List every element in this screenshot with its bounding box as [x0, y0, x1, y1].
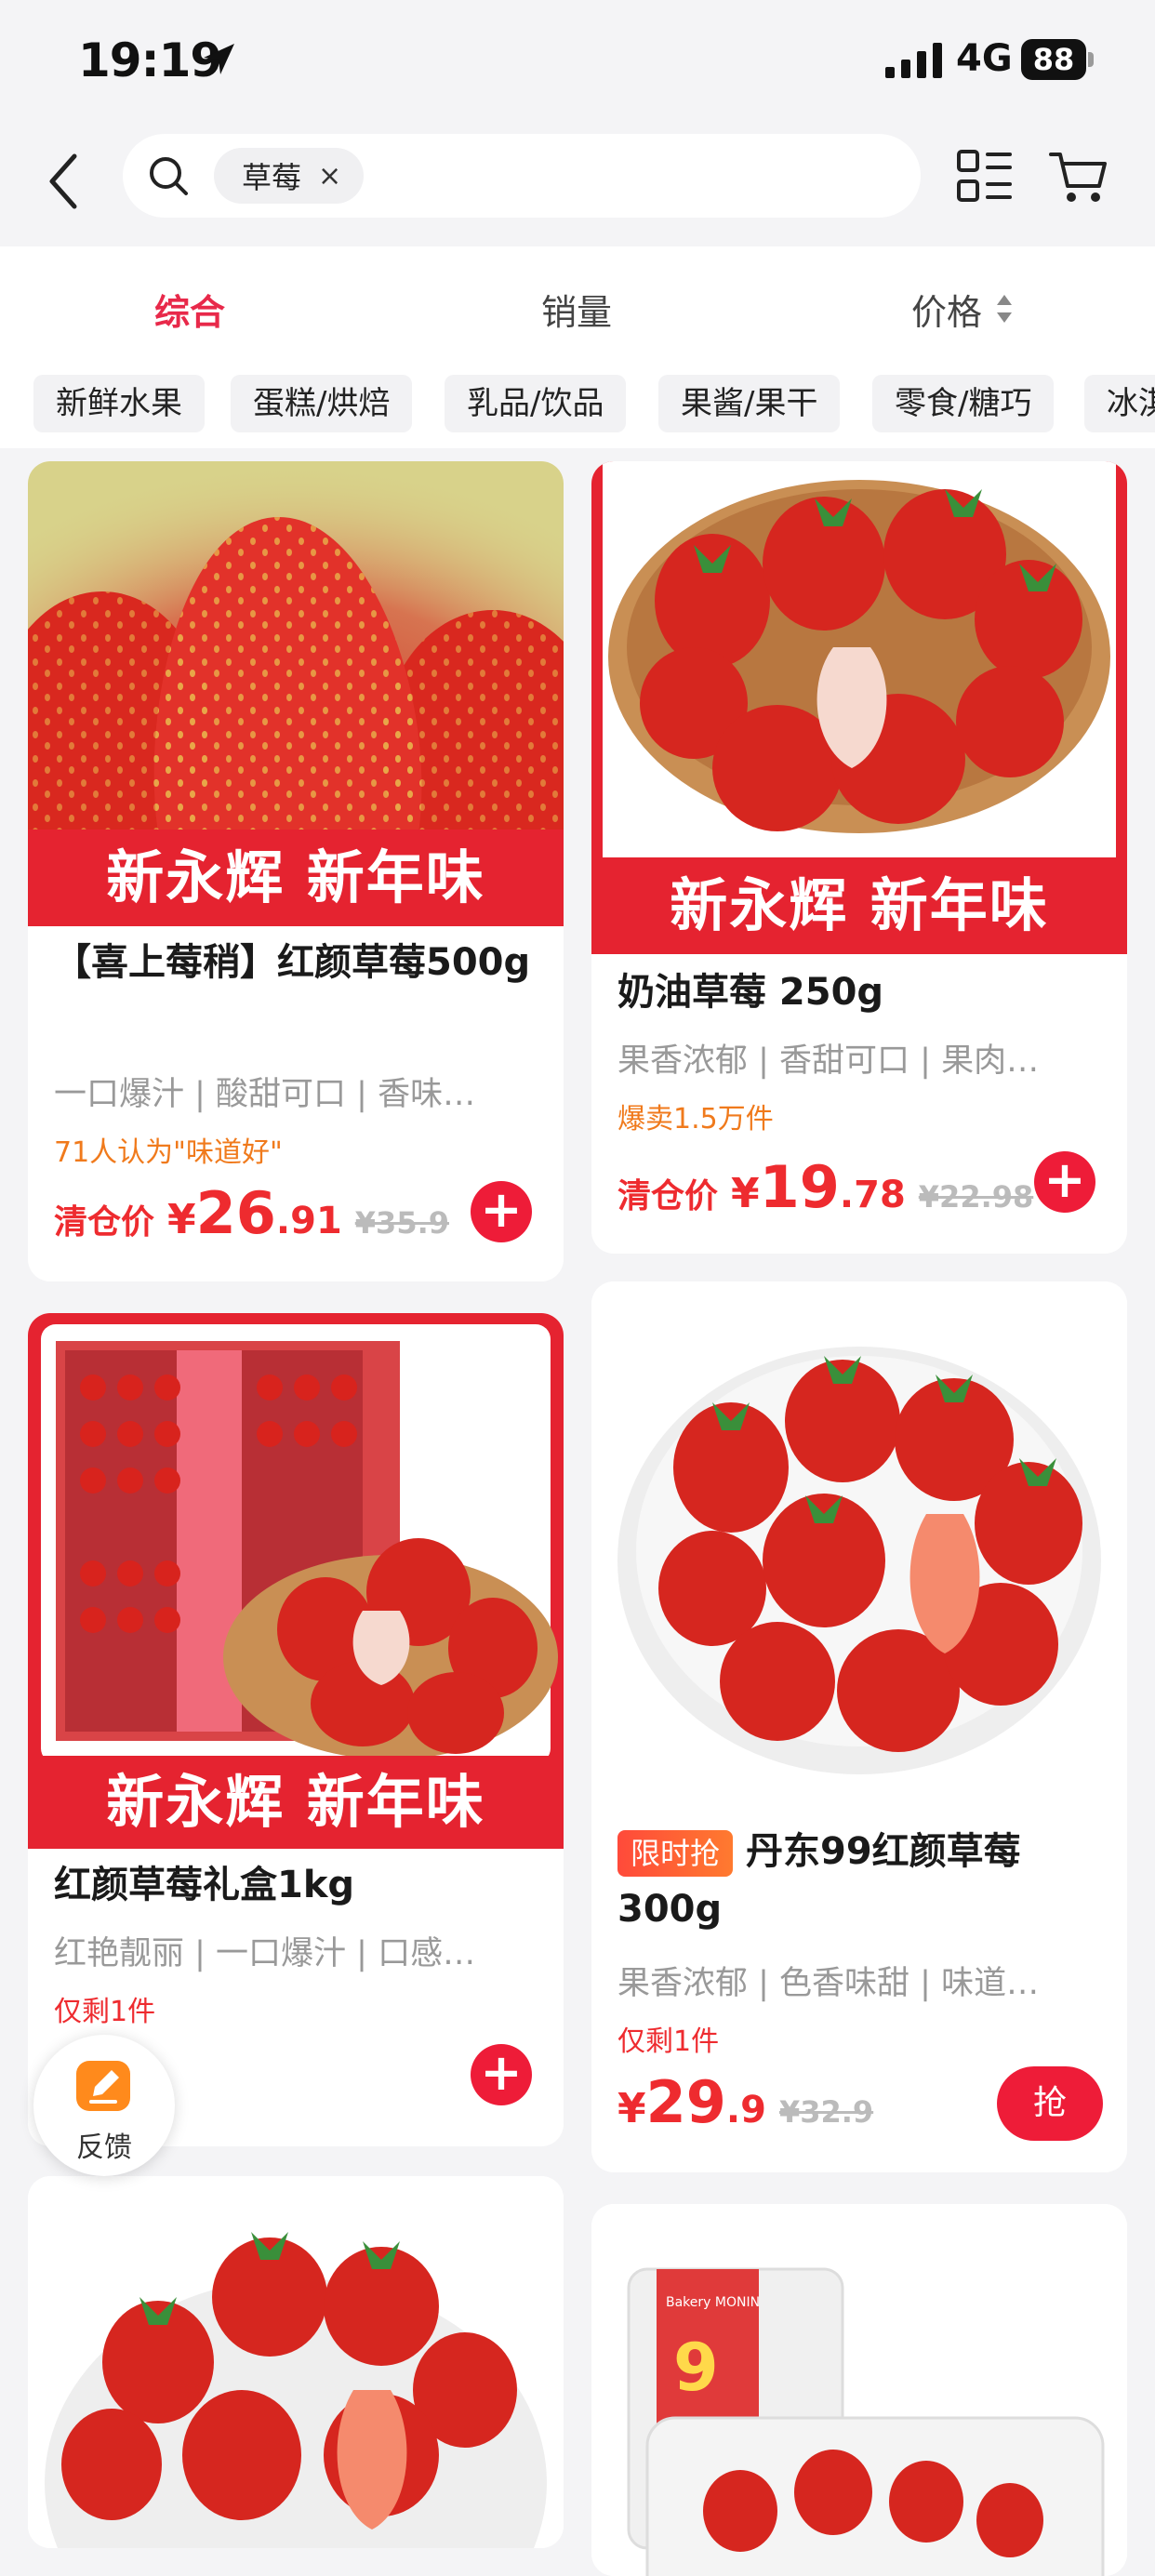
battery-level: 88 — [1021, 39, 1086, 80]
category-chip[interactable]: 果酱/果干 — [658, 375, 841, 432]
original-price: ¥22.98 — [918, 1179, 1034, 1215]
product-description: 红艳靓丽 | 一口爆汁 | 口感… — [54, 1935, 476, 1972]
currency-symbol: ¥ — [731, 1170, 760, 1217]
price-row: 清仓价 ¥ 19 .78 ¥22.98 — [617, 1153, 1033, 1221]
stock-remaining: 仅剩1件 — [617, 2025, 720, 2058]
product-description: 一口爆汁 | 酸甜可口 | 香味… — [54, 1076, 476, 1113]
promo-banner: 新永辉 新年味 — [591, 857, 1127, 954]
tab-sales[interactable]: 销量 — [541, 284, 612, 335]
feedback-label: 反馈 — [76, 2131, 132, 2164]
product-card[interactable]: Bakery MONIN 9 — [591, 2204, 1127, 2576]
tab-comprehensive[interactable]: 综合 — [154, 284, 225, 335]
product-review-hint: 71人认为"味道好" — [54, 1136, 283, 1169]
promo-banner: 新永辉 新年味 — [28, 1756, 564, 1849]
product-title: 限时抢 丹东99红颜草莓300g — [617, 1823, 1105, 1938]
search-input[interactable]: 草莓 × — [123, 134, 921, 218]
cup-brand-text: Bakery MONIN — [666, 2295, 760, 2310]
product-image — [591, 1281, 1127, 1802]
search-keyword-chip[interactable]: 草莓 × — [214, 148, 365, 204]
product-description: 果香浓郁 | 香甜可口 | 果肉… — [617, 1042, 1040, 1080]
product-image: STRAWBERRY — [28, 1313, 564, 1763]
product-image: Bakery MONIN 9 — [591, 2204, 1127, 2576]
cart-icon[interactable] — [1049, 149, 1109, 205]
sales-count: 爆卖1.5万件 — [617, 1103, 774, 1135]
layout-toggle-icon[interactable] — [956, 149, 1014, 205]
add-to-cart-button[interactable]: + — [471, 1181, 532, 1242]
product-image — [591, 461, 1127, 861]
status-bar: 19:19 4G 88 — [0, 0, 1155, 121]
flash-sale-tag: 限时抢 — [617, 1830, 734, 1877]
battery-icon: 88 — [1021, 39, 1095, 80]
sort-arrows-icon — [997, 295, 1012, 323]
price-decimal: .78 — [839, 1174, 906, 1216]
price-integer: 19 — [759, 1153, 840, 1221]
search-icon — [150, 157, 188, 195]
currency-symbol: ¥ — [167, 1196, 196, 1243]
product-description: 果香浓郁 | 色香味甜 | 味道… — [617, 1965, 1040, 2002]
product-title: 【喜上莓稍】红颜草莓500g — [54, 941, 531, 984]
price-integer: 26 — [195, 1179, 276, 1247]
back-icon[interactable] — [43, 149, 84, 214]
stock-remaining: 仅剩1件 — [54, 1996, 156, 2028]
tab-price[interactable]: 价格 — [911, 284, 982, 335]
network-type: 4G — [956, 37, 1013, 80]
clear-keyword-button[interactable]: × — [318, 160, 341, 193]
original-price: ¥35.9 — [354, 1205, 449, 1241]
price-label: 清仓价 — [54, 1203, 155, 1242]
product-card[interactable]: 新永辉 新年味 【喜上莓稍】红颜草莓500g 一口爆汁 | 酸甜可口 | 香味…… — [28, 461, 564, 1281]
product-card[interactable]: 新永辉 新年味 奶油草莓 250g 果香浓郁 | 香甜可口 | 果肉… 爆卖1.… — [591, 461, 1127, 1254]
product-card[interactable]: STRAWBERRY 新永辉 新年味 红颜草莓礼盒1kg 红艳靓丽 | 一口爆汁… — [28, 1313, 564, 2146]
category-chip[interactable]: 蛋糕/烘焙 — [231, 375, 413, 432]
product-image — [28, 2176, 564, 2548]
grab-deal-button[interactable]: 抢 — [997, 2066, 1103, 2141]
cellular-signal-icon — [885, 43, 942, 78]
product-card[interactable]: 限时抢 丹东99红颜草莓300g 果香浓郁 | 色香味甜 | 味道… 仅剩1件 ¥… — [591, 1281, 1127, 2172]
price-row: ¥ 29 .9 ¥32.9 — [617, 2068, 873, 2136]
category-chip[interactable]: 新鲜水果 — [33, 375, 205, 432]
price-label: 清仓价 — [617, 1177, 719, 1215]
box-label-text: STRAWBERRY — [506, 1425, 529, 1564]
add-to-cart-button[interactable]: + — [471, 2044, 532, 2105]
currency-symbol: ¥ — [617, 2085, 646, 2132]
promo-banner: 新永辉 新年味 — [28, 830, 564, 926]
price-integer: 29 — [645, 2068, 726, 2136]
product-card[interactable] — [28, 2176, 564, 2548]
price-row: 清仓价 ¥ 26 .91 ¥35.9 — [54, 1179, 449, 1247]
product-image — [28, 461, 564, 833]
cup-number-text: 9 — [673, 2330, 719, 2406]
feedback-button[interactable]: 反馈 — [33, 2035, 175, 2176]
category-filter-bar: 新鲜水果 蛋糕/烘焙 乳品/饮品 果酱/果干 零食/糖巧 冰淇 — [0, 372, 1155, 448]
search-keyword: 草莓 — [242, 160, 302, 195]
price-decimal: .9 — [725, 2089, 766, 2131]
location-arrow-icon — [204, 44, 234, 74]
original-price: ¥32.9 — [778, 2094, 874, 2130]
product-title: 红颜草莓礼盒1kg — [54, 1864, 355, 1906]
product-title: 奶油草莓 250g — [617, 971, 884, 1014]
search-header: 草莓 × — [0, 121, 1155, 246]
add-to-cart-button[interactable]: + — [1034, 1151, 1095, 1213]
price-decimal: .91 — [275, 1200, 342, 1242]
category-chip[interactable]: 冰淇 — [1084, 375, 1155, 432]
category-chip[interactable]: 乳品/饮品 — [445, 375, 627, 432]
edit-feedback-icon — [76, 2061, 130, 2111]
category-chip[interactable]: 零食/糖巧 — [872, 375, 1055, 432]
sort-tabs: 综合 销量 价格 — [0, 246, 1155, 372]
battery-cap — [1088, 52, 1094, 67]
